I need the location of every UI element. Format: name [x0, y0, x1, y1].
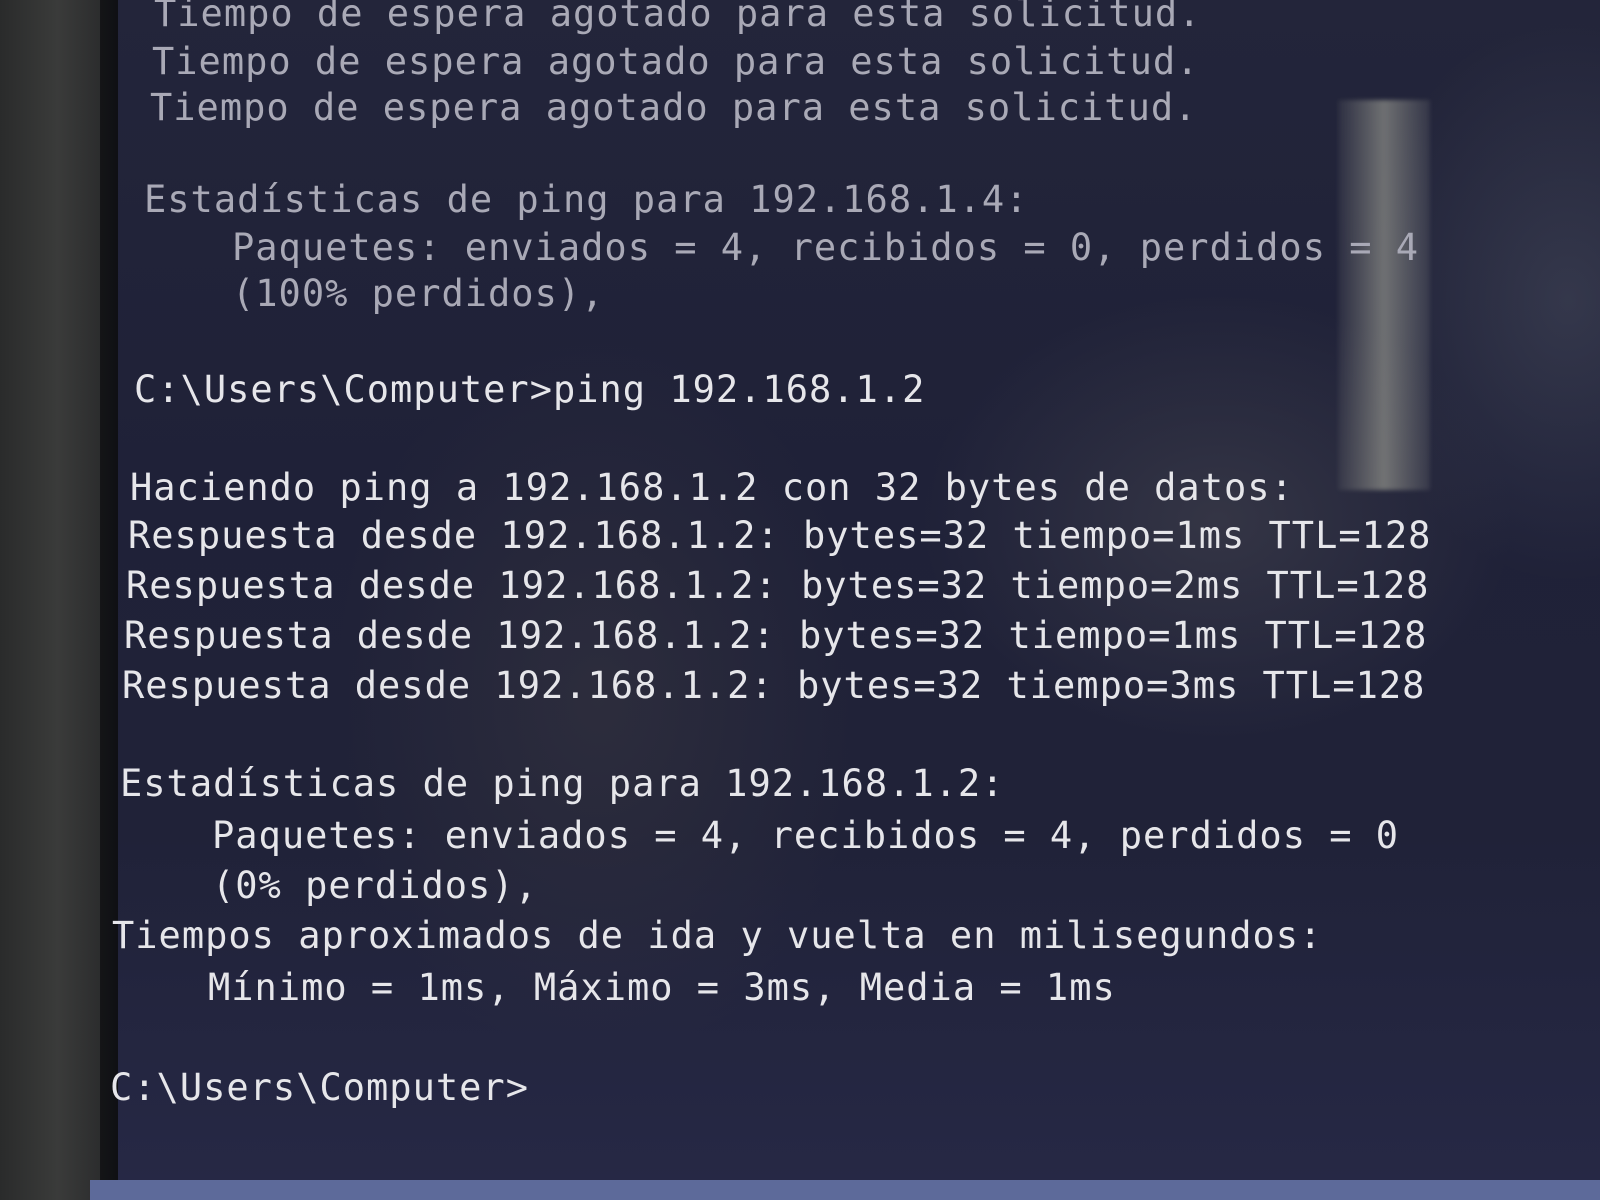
stats-header-1: Estadísticas de ping para 192.168.1.4: — [144, 178, 1029, 221]
ping-header-line: Haciendo ping a 192.168.1.2 con 32 bytes… — [130, 466, 1294, 509]
prompt-line[interactable]: C:\Users\Computer> — [110, 1066, 529, 1110]
rtt-header-line: Tiempos aproximados de ida y vuelta en m… — [112, 914, 1323, 957]
timeout-line-1: Tiempo de espera agotado para esta solic… — [154, 0, 1202, 35]
stats-packets-2: Paquetes: enviados = 4, recibidos = 4, p… — [212, 814, 1400, 857]
stats-header-2: Estadísticas de ping para 192.168.1.2: — [120, 762, 1005, 805]
stats-loss-2: (0% perdidos), — [212, 864, 538, 907]
reply-line-2: Respuesta desde 192.168.1.2: bytes=32 ti… — [126, 564, 1430, 607]
reply-line-3: Respuesta desde 192.168.1.2: bytes=32 ti… — [124, 614, 1428, 657]
console-output: Tiempo de espera agotado para esta solic… — [110, 0, 1578, 1180]
timeout-line-3: Tiempo de espera agotado para esta solic… — [150, 86, 1198, 129]
ping-command-line: C:\Users\Computer>ping 192.168.1.2 — [134, 368, 926, 411]
reply-line-4: Respuesta desde 192.168.1.2: bytes=32 ti… — [122, 664, 1426, 707]
rtt-values-line: Mínimo = 1ms, Máximo = 3ms, Media = 1ms — [208, 966, 1116, 1009]
stats-packets-1: Paquetes: enviados = 4, recibidos = 0, p… — [232, 226, 1420, 269]
timeout-line-2: Tiempo de espera agotado para esta solic… — [152, 40, 1200, 83]
taskbar-edge — [90, 1180, 1600, 1200]
reply-line-1: Respuesta desde 192.168.1.2: bytes=32 ti… — [128, 514, 1432, 557]
stats-loss-1: (100% perdidos), — [232, 272, 605, 315]
